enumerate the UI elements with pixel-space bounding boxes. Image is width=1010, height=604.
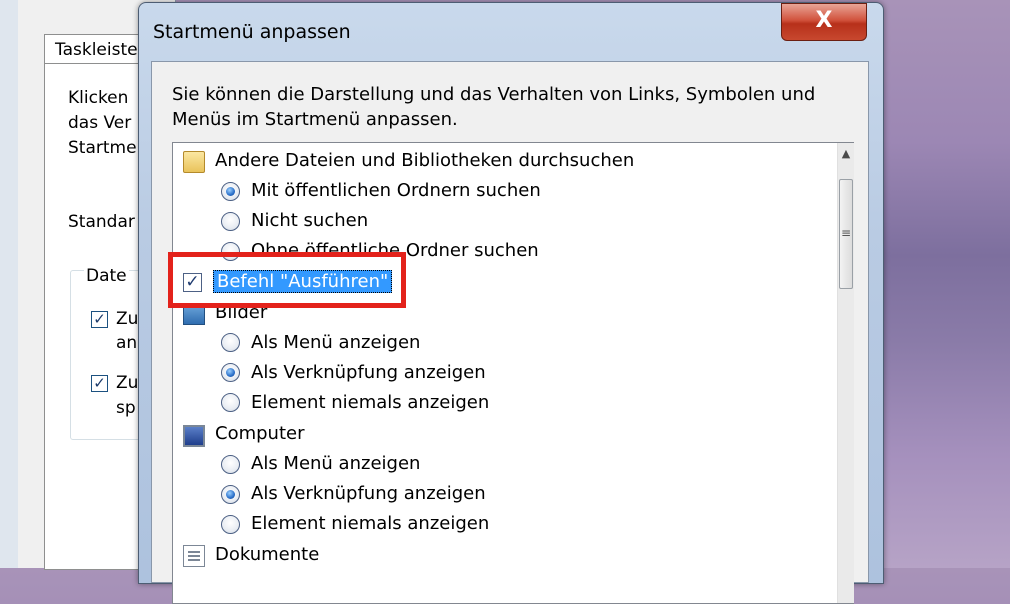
scroll-grip-icon: ≡ (840, 226, 852, 240)
bg-checkbox-2-label-b: sp (116, 398, 136, 418)
list-item-category-search: Andere Dateien und Bibliotheken durchsuc… (215, 150, 635, 171)
bg-checkbox-1-label-a: Zu (116, 309, 139, 329)
radio-computer-link[interactable] (221, 485, 240, 504)
radio-pictures-menu[interactable] (221, 333, 240, 352)
bg-checkbox-2-label-a: Zu (116, 373, 139, 393)
dialog-title: Startmenü anpassen (153, 21, 351, 43)
radio-no-search[interactable] (221, 212, 240, 231)
radio-pictures-link[interactable] (221, 363, 240, 382)
bg-text-line-3: Startme (68, 138, 137, 158)
radio-pictures-never-label[interactable]: Element niemals anzeigen (251, 389, 489, 417)
radio-computer-never-label[interactable]: Element niemals anzeigen (251, 510, 489, 538)
radio-pictures-never[interactable] (221, 393, 240, 412)
radio-search-public[interactable] (221, 182, 240, 201)
bg-checkbox-1[interactable]: ✓ (91, 311, 108, 328)
bg-text-line-1: Klicken (68, 88, 129, 108)
radio-no-search-label[interactable]: Nicht suchen (251, 207, 368, 235)
computer-icon (183, 425, 205, 447)
document-icon (183, 545, 205, 567)
dialog-description: Sie können die Darstellung und das Verha… (172, 84, 816, 130)
radio-pictures-link-label[interactable]: Als Verknüpfung anzeigen (251, 359, 486, 387)
bg-group-label: Date (84, 266, 129, 286)
bg-checkbox-2[interactable]: ✓ (91, 375, 108, 392)
close-button[interactable]: X (781, 3, 867, 41)
radio-search-public-label[interactable]: Mit öffentlichen Ordnern suchen (251, 177, 541, 205)
list-scrollbar[interactable]: ▲ ≡ (837, 143, 854, 603)
annotation-highlight-box (168, 252, 406, 308)
radio-computer-menu[interactable] (221, 455, 240, 474)
radio-computer-never[interactable] (221, 515, 240, 534)
close-icon: X (815, 8, 833, 33)
radio-pictures-menu-label[interactable]: Als Menü anzeigen (251, 329, 420, 357)
list-item-category-computer: Computer (215, 423, 305, 444)
bg-standard-label: Standar (68, 212, 135, 232)
list-item-category-documents: Dokumente (215, 544, 320, 565)
radio-computer-menu-label[interactable]: Als Menü anzeigen (251, 450, 420, 478)
startmenu-options-list[interactable]: Andere Dateien und Bibliotheken durchsuc… (172, 142, 854, 604)
bg-text-line-2: das Ver (68, 113, 132, 133)
scroll-up-arrow-icon[interactable]: ▲ (838, 145, 854, 163)
scroll-thumb[interactable]: ≡ (839, 179, 853, 289)
bg-checkbox-1-label-b: an (116, 333, 138, 353)
dialog-client-area: Sie können die Darstellung und das Verha… (151, 61, 869, 604)
folder-icon (183, 151, 205, 173)
radio-computer-link-label[interactable]: Als Verknüpfung anzeigen (251, 480, 486, 508)
